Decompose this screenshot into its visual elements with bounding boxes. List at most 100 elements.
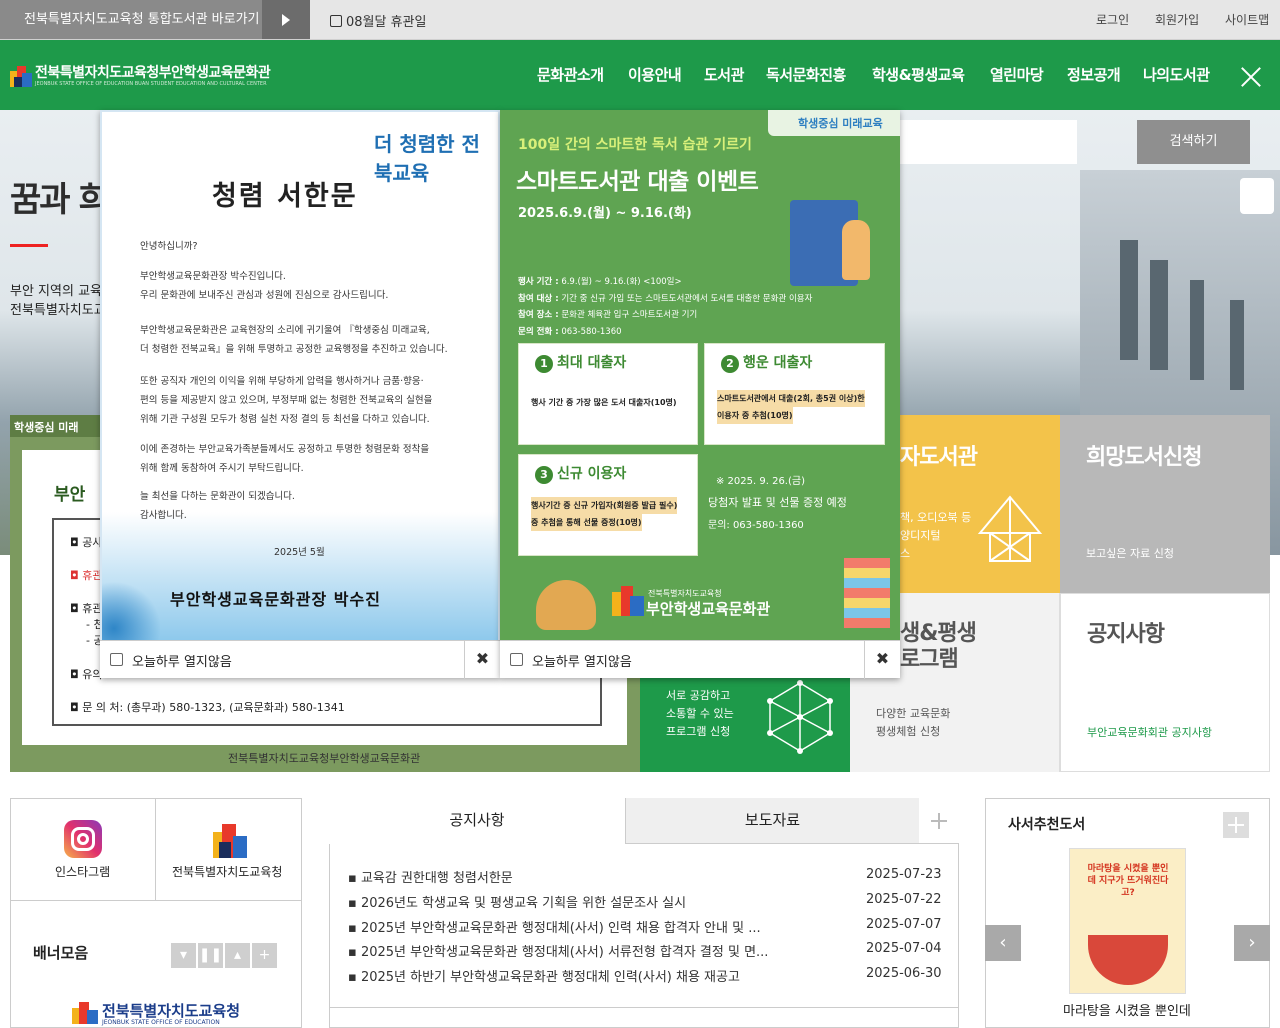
integrity-brand: 더 청렴한 전북교육 [374, 132, 480, 185]
green-tile-desc: 소통할 수 있는 [666, 707, 734, 720]
login-link[interactable]: 로그인 [1096, 11, 1129, 28]
green-tile-desc: 서로 공감하고 [666, 689, 731, 702]
card-text: 이용자 중 추첨(10명) [717, 407, 793, 424]
next-book-arrow-icon[interactable]: › [1234, 925, 1270, 961]
letter-line: 편의 등을 제공받지 않고 있으며, 부정부패 없는 청렴한 전북교육의 실현을 [140, 395, 433, 406]
news-item[interactable]: ▪ 2025년 부안학생교육문화관 행정대체(사서) 서류전형 합격자 결정 및… [348, 941, 768, 960]
search-input[interactable] [900, 120, 1077, 164]
dont-show-today-checkbox[interactable] [110, 653, 123, 666]
top-utility-bar: 전북특별자치도교육청 통합도서관 바로가기 08월달 휴관일 로그인 회원가입 … [0, 0, 1280, 40]
card-title: 3 신규 이용자 [535, 463, 626, 484]
book-cover-text: 마라탕을 시켰을 뿐인데 지구가 뜨거워진다고? [1087, 864, 1169, 898]
nav-open-square[interactable]: 열린마당 [990, 64, 1044, 85]
smart-library-desc: 양디지털 [900, 529, 941, 542]
board-line: ◘ 휴관 [70, 602, 103, 615]
board-line: ◘ 유의 [70, 668, 103, 681]
prev-book-arrow-icon[interactable]: ‹ [985, 925, 1021, 961]
news-item[interactable]: ▪ 교육감 권한대행 청렴서한문 [348, 867, 513, 886]
news-item[interactable]: ▪ 2025년 하반기 부안학생교육문화관 행정대체 인력(사서) 채용 재공고 [348, 966, 740, 985]
banner-logo-icon[interactable] [72, 1000, 98, 1024]
banner-add-button[interactable]: + [252, 943, 277, 968]
letter-line: 위해 함께 동참하여 주시기 부탁드립니다. [140, 463, 304, 474]
book-cover[interactable]: 마라탕을 시켰을 뿐인데 지구가 뜨거워진다고? [1069, 848, 1186, 994]
recommend-more-button[interactable] [1223, 812, 1249, 838]
logo-icon[interactable] [10, 63, 32, 87]
nav-my-library[interactable]: 나의도서관 [1143, 64, 1210, 85]
org-logo-icon [612, 584, 646, 616]
popup-close-button[interactable]: ✖ [464, 641, 500, 679]
nav-about[interactable]: 문화관소개 [537, 64, 604, 85]
person-illustration [842, 220, 870, 280]
letter-line: 감사합니다. [140, 510, 187, 521]
notice-tile-desc: 부안교육문화회관 공지사항 [1087, 726, 1212, 739]
news-date: 2025-07-04 [866, 941, 942, 956]
nav-education[interactable]: 학생&평생교육 [872, 64, 965, 85]
letter-line: 부안학생교육문화관은 교육현장의 소리에 귀기울여 『학생중심 미래교육, [140, 325, 430, 336]
news-date: 2025-07-23 [866, 867, 942, 882]
sitemap-link[interactable]: 사이트맵 [1225, 11, 1269, 28]
event-card-new-user: 3 신규 이용자 행사기간 중 신규 가입자(회원증 발급 필수) 중 추첨을 통… [518, 454, 698, 556]
nav-reading-culture[interactable]: 독서문화진흥 [766, 64, 846, 85]
letter-line: 더 청렴한 전북교육』을 위해 투명하고 공정한 교육행정을 추진하고 있습니다… [140, 344, 448, 355]
event-note: 당첨자 발표 및 선물 증정 예정 [708, 496, 847, 509]
wish-book-tile[interactable]: 희망도서신청 보고싶은 자료 신청 [1060, 415, 1270, 593]
news-date: 2025-07-07 [866, 917, 942, 932]
wish-book-title: 희망도서신청 [1086, 445, 1202, 470]
play-arrow-icon[interactable] [262, 0, 310, 39]
education-program-desc: 다양한 교육문화 [876, 707, 951, 720]
tab-press[interactable]: 보도자료 [625, 798, 919, 844]
instagram-link[interactable]: 인스타그램 [55, 863, 110, 880]
logo-title[interactable]: 전북특별자치도교육청부안학생교육문화관 [35, 62, 271, 82]
bowl-illustration [1088, 935, 1168, 985]
dont-show-today-label[interactable]: 오늘하루 열지않음 [132, 651, 232, 670]
letter-line: 우리 문화관에 보내주신 관심과 성원에 진심으로 감사드립니다. [140, 290, 389, 301]
book-stack-illustration [844, 558, 890, 628]
banner-down-button[interactable]: ▾ [171, 943, 196, 968]
animal-illustration [536, 580, 596, 630]
banner-up-button[interactable]: ▴ [225, 943, 250, 968]
dont-show-today-label[interactable]: 오늘하루 열지않음 [532, 651, 632, 670]
main-header: 전북특별자치도교육청부안학생교육문화관 JEONBUK STATE OFFICE… [0, 40, 1280, 110]
nav-library[interactable]: 도서관 [704, 64, 744, 85]
integrated-library-link[interactable]: 전북특별자치도교육청 통합도서관 바로가기 [0, 0, 262, 39]
banner-title: 배너모음 [33, 944, 89, 962]
instagram-icon[interactable] [64, 820, 102, 858]
news-item[interactable]: ▪ 2025년 부안학생교육문화관 행정대체(사서) 인력 채용 합격자 안내 … [348, 917, 761, 936]
letter-line: 늘 최선을 다하는 문화관이 되겠습니다. [140, 491, 295, 502]
hero-description-1: 부안 지역의 교육 [10, 284, 102, 299]
smart-library-event-popup: 학생중심 미래교육 100일 간의 스마트한 독서 습관 기르기 스마트도서관 … [500, 110, 900, 679]
network-icon [767, 680, 833, 754]
banner-logo-text[interactable]: 전북특별자치도교육청 [102, 1000, 240, 1021]
smart-library-desc: 스 [900, 547, 911, 560]
board-line: ◘ 휴관 [70, 569, 103, 582]
closed-day-label: 08월달 휴관일 [346, 15, 427, 30]
letter-signature: 부안학생교육문화관장 박수진 [170, 590, 381, 609]
card-text: 행사기간 중 신규 가입자(회원증 발급 필수) [531, 497, 678, 514]
popup-close-button[interactable]: ✖ [864, 641, 900, 679]
news-more-button[interactable] [919, 798, 959, 844]
news-item[interactable]: ▪ 2026년도 학생교육 및 평생교육 기획을 위한 설문조사 실시 [348, 892, 686, 911]
letter-line: 또한 공직자 개인의 이익을 위해 부당하게 압력을 행사하거나 금품·향응· [140, 376, 424, 387]
nav-usage[interactable]: 이용안내 [628, 64, 682, 85]
education-office-link[interactable]: 전북특별자치도교육청 [172, 863, 282, 880]
education-program-desc: 평생체험 신청 [876, 725, 941, 738]
nav-info-disclosure[interactable]: 정보공개 [1067, 64, 1121, 85]
book-title[interactable]: 마라탕을 시켰을 뿐인데 [1063, 1000, 1191, 1019]
close-menu-icon[interactable] [1240, 66, 1262, 88]
search-button[interactable]: 검색하기 [1137, 120, 1250, 164]
banner-pause-button[interactable]: ❚❚ [198, 943, 223, 968]
dont-show-today-checkbox[interactable] [510, 653, 523, 666]
notice-tile[interactable]: 공지사항 부안교육문화회관 공지사항 [1060, 593, 1270, 772]
signup-link[interactable]: 회원가입 [1155, 11, 1199, 28]
closed-day-link[interactable]: 08월달 휴관일 [330, 11, 426, 30]
tab-notice[interactable]: 공지사항 [329, 798, 625, 844]
event-note: ※ 2025. 9. 26.(금) [716, 476, 805, 487]
quick-links-panel [10, 798, 302, 1028]
recommended-books-title: 사서추천도서 [1008, 817, 1086, 833]
calendar-icon [330, 15, 342, 27]
education-office-icon[interactable] [213, 822, 247, 858]
event-card-top-borrower: 1 최대 대출자 행사 기간 중 가장 많은 도서 대출자(10명) [518, 343, 698, 445]
event-title: 스마트도서관 대출 이벤트 [516, 169, 759, 195]
smart-library-title: 자도서관 [900, 445, 978, 470]
letter-date: 2025년 5월 [274, 547, 325, 558]
